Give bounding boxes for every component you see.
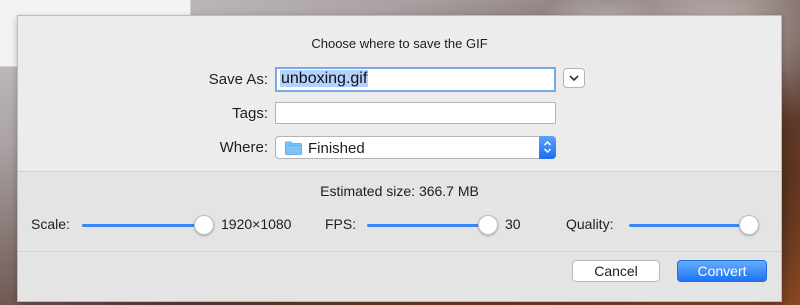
popup-stepper[interactable]: [539, 136, 556, 159]
fps-value: 30: [505, 216, 521, 232]
where-popup[interactable]: Finished: [275, 136, 556, 159]
slider-knob[interactable]: [478, 215, 498, 235]
expand-dialog-button[interactable]: [563, 68, 585, 88]
tags-label: Tags:: [232, 105, 268, 122]
save-gif-dialog: Choose where to save the GIF Save As: un…: [17, 15, 782, 302]
fps-slider[interactable]: [367, 215, 498, 235]
slider-fill: [367, 224, 488, 227]
convert-button[interactable]: Convert: [677, 260, 767, 282]
slider-fill: [629, 224, 749, 227]
scale-value: 1920×1080: [221, 216, 292, 232]
save-as-value: unboxing.gif: [280, 70, 369, 87]
folder-icon: [285, 141, 302, 155]
save-as-label: Save As:: [208, 71, 268, 88]
save-as-field[interactable]: unboxing.gif: [275, 67, 556, 92]
estimated-size: Estimated size: 366.7 MB: [320, 183, 479, 199]
quality-slider[interactable]: [629, 215, 759, 235]
tags-field[interactable]: [275, 102, 556, 124]
dialog-title: Choose where to save the GIF: [311, 36, 488, 51]
cancel-button[interactable]: Cancel: [572, 260, 660, 282]
fps-label: FPS:: [325, 216, 357, 232]
scale-label: Scale:: [31, 216, 70, 232]
where-label: Where:: [219, 139, 268, 156]
where-value: Finished: [308, 140, 365, 157]
button-divider: [18, 251, 781, 252]
chevron-down-icon: [569, 75, 579, 82]
slider-knob[interactable]: [194, 215, 214, 235]
updown-chevron-icon: [543, 140, 552, 154]
quality-label: Quality:: [566, 216, 614, 232]
slider-knob[interactable]: [739, 215, 759, 235]
slider-fill: [82, 224, 204, 227]
scale-slider[interactable]: [82, 215, 214, 235]
